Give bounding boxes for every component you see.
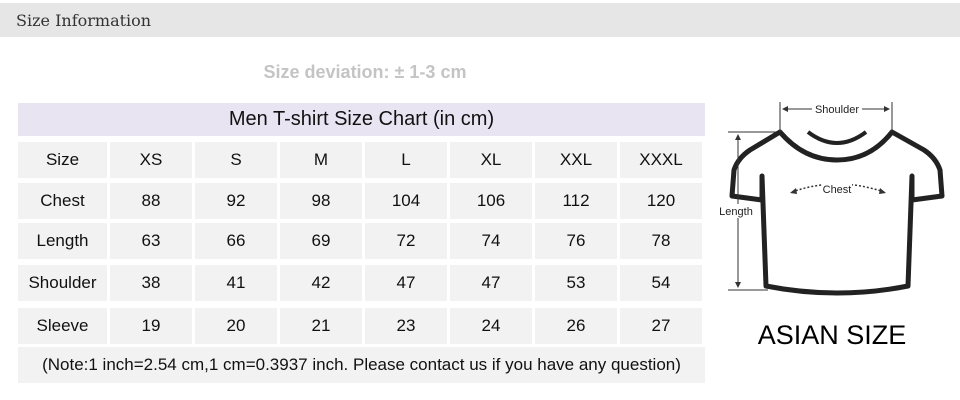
table-cell: 24 [450,308,532,344]
table-cell: 54 [620,265,702,301]
table-cell: 78 [620,223,702,259]
table-cell: 104 [365,183,447,219]
table-cell: M [280,142,362,178]
table-cell: 66 [195,223,277,259]
table-cell: 41 [195,265,277,301]
table-cell: 112 [535,183,617,219]
table-row-size: Size XS S M L XL XXL XXXL [18,142,705,178]
table-row-chest: Chest 88 92 98 104 106 112 120 [18,183,705,219]
table-cell: 72 [365,223,447,259]
table-row-length: Length 63 66 69 72 74 76 78 [18,223,705,259]
table-cell: 98 [280,183,362,219]
table-cell: 26 [535,308,617,344]
table-cell: 74 [450,223,532,259]
table-cell: 106 [450,183,532,219]
table-cell: XXL [535,142,617,178]
table-cell: 92 [195,183,277,219]
table-cell: 76 [535,223,617,259]
table-row-shoulder: Shoulder 38 41 42 47 47 53 54 [18,265,705,301]
asian-size-caption: ASIAN SIZE [757,320,907,350]
table-cell: 42 [280,265,362,301]
table-cell: 53 [535,265,617,301]
row-label: Shoulder [18,265,107,301]
tshirt-outline-icon [729,129,945,296]
collar-icon [806,130,868,145]
row-label: Chest [18,183,107,219]
table-cell: 69 [280,223,362,259]
size-deviation-text: Size deviation: ± 1-3 cm [263,62,467,82]
size-chart-title: Men T-shirt Size Chart (in cm) [18,103,705,136]
length-label: Length [719,206,753,218]
tshirt-measurement-diagram: Shoulder Chest Length [714,102,945,296]
table-cell: 63 [110,223,192,259]
table-cell: 23 [365,308,447,344]
table-cell: L [365,142,447,178]
row-label: Size [18,142,107,178]
table-cell: 19 [110,308,192,344]
table-cell: XXXL [620,142,702,178]
table-cell: S [195,142,277,178]
table-cell: 47 [365,265,447,301]
row-label: Length [18,223,107,259]
size-information-header: Size Information [0,3,960,37]
chest-label: Chest [823,184,852,196]
row-label: Sleeve [18,308,107,344]
shoulder-label: Shoulder [815,104,859,116]
table-cell: 120 [620,183,702,219]
table-cell: 88 [110,183,192,219]
table-cell: 38 [110,265,192,301]
table-cell: XL [450,142,532,178]
conversion-note: (Note:1 inch=2.54 cm,1 cm=0.3937 inch. P… [18,347,705,383]
table-cell: XS [110,142,192,178]
table-cell: 21 [280,308,362,344]
header-title: Size Information [16,10,152,30]
table-cell: 27 [620,308,702,344]
table-row-sleeve: Sleeve 19 20 21 23 24 26 27 [18,308,705,344]
table-cell: 47 [450,265,532,301]
table-cell: 20 [195,308,277,344]
